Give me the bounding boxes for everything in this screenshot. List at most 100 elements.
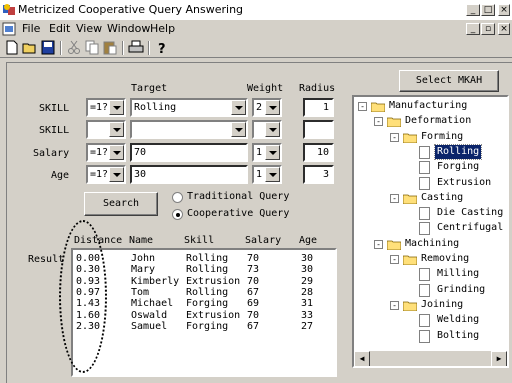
menu-edit[interactable]: Edit <box>49 22 70 35</box>
age-operator[interactable]: =1? <box>86 165 126 184</box>
age-target[interactable]: 30 <box>130 165 248 184</box>
app-icon <box>3 4 15 15</box>
tree-node-label: Forging <box>437 161 480 173</box>
traditional-query-label[interactable]: Traditional Query <box>187 191 289 202</box>
table-row[interactable]: 2.30 Samuel Forging 67 27 <box>73 321 335 332</box>
document-icon <box>419 329 430 343</box>
table-row[interactable]: 1.43 Michael Forging 69 31 <box>73 298 335 309</box>
table-cell: Rolling <box>186 253 229 264</box>
weight-header: Weight <box>247 83 284 94</box>
window-title: Metricized Cooperative Query Answering <box>18 3 244 16</box>
child-close-button[interactable]: × <box>498 23 510 35</box>
table-cell: 31 <box>301 298 314 310</box>
table-cell: Rolling <box>186 264 229 276</box>
collapse-icon[interactable]: - <box>390 132 399 142</box>
maximize-button[interactable]: □ <box>481 4 495 16</box>
results-column-header: Age <box>299 235 318 246</box>
skill-radius-2[interactable] <box>303 120 334 139</box>
tree-node-label: Milling <box>437 268 480 280</box>
results-column-header: Salary <box>245 235 282 246</box>
scroll-right-icon[interactable]: ▶ <box>491 351 507 366</box>
table-cell: 70 <box>247 275 260 287</box>
child-restore-button[interactable]: ▫ <box>481 23 495 35</box>
skill-weight-2[interactable] <box>252 120 282 139</box>
minimize-button[interactable]: _ <box>466 4 480 16</box>
collapse-icon[interactable]: - <box>374 239 383 249</box>
save-icon[interactable] <box>40 40 56 55</box>
table-row[interactable]: 0.93 Kimberly Extrusion 70 29 <box>73 276 335 287</box>
help-icon[interactable]: ? <box>154 40 170 55</box>
menu-help[interactable]: Help <box>150 22 175 35</box>
scroll-left-icon[interactable]: ◀ <box>354 351 370 366</box>
collapse-icon[interactable]: - <box>390 255 399 264</box>
table-row[interactable]: 0.30 Mary Rolling 73 30 <box>73 264 335 275</box>
skill-radius-1[interactable]: 1 <box>303 98 334 117</box>
tree-node-label: Rolling <box>433 143 483 160</box>
table-cell: Samuel <box>131 320 168 332</box>
tree-horizontal-scrollbar[interactable]: ◀ ▶ <box>354 350 507 366</box>
table-row[interactable]: 1.60 Oswald Extrusion 70 33 <box>73 310 335 321</box>
tree-node-label: Extrusion <box>437 176 492 188</box>
child-minimize-button[interactable]: _ <box>466 23 480 35</box>
table-cell: Tom <box>131 286 150 298</box>
skill-target-1[interactable]: Rolling <box>130 98 248 117</box>
age-weight[interactable]: 1 <box>252 165 282 184</box>
search-button[interactable]: Search <box>84 192 158 216</box>
collapse-icon[interactable]: - <box>390 300 399 310</box>
tree-node-label: Bolting <box>437 329 480 341</box>
menu-bar: File Edit View Window Help _ ▫ × <box>0 20 512 38</box>
table-cell: 29 <box>301 275 314 287</box>
cut-icon[interactable] <box>66 40 82 55</box>
svg-text:?: ? <box>158 42 166 55</box>
menu-file[interactable]: File <box>22 22 40 35</box>
age-radius[interactable]: 3 <box>303 165 334 184</box>
paste-icon[interactable] <box>102 40 118 55</box>
copy-icon[interactable] <box>84 40 100 55</box>
chevron-down-icon <box>265 145 280 160</box>
chevron-down-icon <box>231 122 246 137</box>
app-window: Metricized Cooperative Query Answering _… <box>0 0 512 383</box>
menu-window[interactable]: Window <box>107 22 150 35</box>
chevron-down-icon <box>109 122 124 137</box>
salary-target[interactable]: 70 <box>130 143 248 162</box>
table-cell: Forging <box>186 298 229 310</box>
salary-radius[interactable]: 10 <box>303 143 334 162</box>
results-column-header: Skill <box>184 235 215 246</box>
chevron-down-icon <box>109 167 124 182</box>
cooperative-query-radio[interactable] <box>172 209 183 220</box>
traditional-query-radio[interactable] <box>172 192 183 203</box>
folder-icon <box>403 194 417 204</box>
collapse-icon[interactable]: - <box>390 193 399 203</box>
table-cell: 70 <box>247 253 260 264</box>
tree-node-label: Centrifugal C <box>437 222 509 234</box>
folder-icon <box>387 117 401 128</box>
salary-weight[interactable]: 1 <box>252 143 282 162</box>
hierarchy-tree[interactable]: - Manufacturing - Deformation - Forming Rollin… <box>352 95 509 368</box>
select-mkah-button[interactable]: Select MKAH <box>399 70 499 92</box>
close-button[interactable]: × <box>498 4 510 16</box>
tree-node-label: Forming <box>421 130 464 142</box>
new-icon[interactable] <box>4 40 20 55</box>
tree-node-label: Welding <box>437 314 480 326</box>
results-list[interactable]: 0.00 John Rolling 70 30 0.30 Mary Rolling 73 30 0.… <box>71 248 337 377</box>
skill-target-2[interactable] <box>130 120 248 139</box>
tree-node-label: Joining <box>421 298 464 310</box>
cooperative-query-label[interactable]: Cooperative Query <box>187 208 289 219</box>
skill-operator-2[interactable] <box>86 120 126 139</box>
document-icon <box>419 145 430 159</box>
radius-header: Radius <box>299 83 336 94</box>
print-icon[interactable] <box>128 40 144 55</box>
table-row[interactable]: 0.97 Tom Rolling 67 28 <box>73 287 335 298</box>
table-cell: 67 <box>247 286 260 298</box>
tree-node-label: Grinding <box>437 283 486 295</box>
collapse-icon[interactable]: - <box>358 102 367 111</box>
skill-operator-1[interactable]: =1? <box>86 98 126 117</box>
skill-weight-1[interactable]: 2 <box>252 98 282 117</box>
table-row[interactable]: 0.00 John Rolling 70 30 <box>73 253 335 264</box>
title-bar: Metricized Cooperative Query Answering _… <box>0 0 512 20</box>
open-icon[interactable] <box>22 40 38 55</box>
salary-operator[interactable]: =1? <box>86 143 126 162</box>
age-label: Age <box>51 170 70 181</box>
collapse-icon[interactable]: - <box>374 117 383 127</box>
menu-view[interactable]: View <box>76 22 102 35</box>
